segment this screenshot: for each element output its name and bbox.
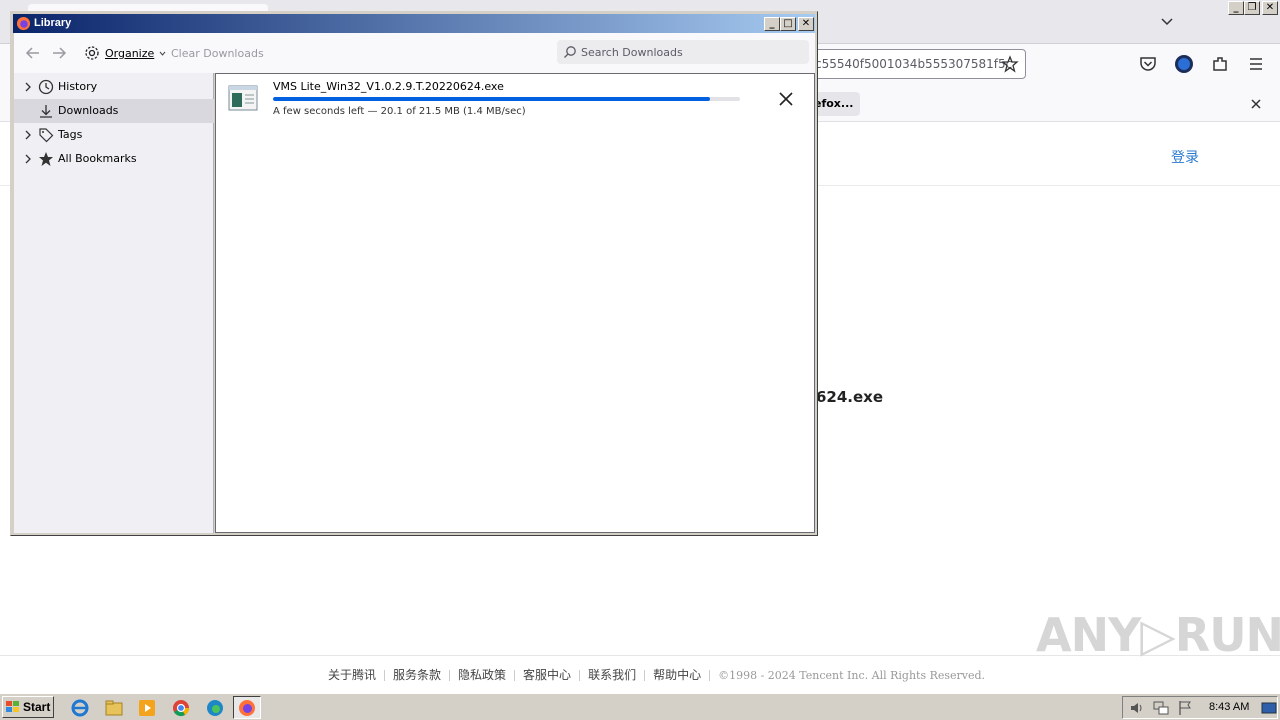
tag-icon (39, 128, 54, 143)
download-progress-fill (273, 97, 710, 101)
start-button[interactable]: Start (2, 696, 54, 718)
search-box[interactable] (557, 40, 809, 64)
library-window: Library _ □ ✕ Organize Clear Downloads H… (10, 11, 818, 536)
organize-label: Organize (105, 46, 155, 60)
close-icon[interactable] (1248, 96, 1264, 112)
star-icon[interactable] (1001, 55, 1019, 73)
star-icon (39, 152, 53, 166)
download-icon (40, 105, 52, 118)
show-desktop-icon[interactable] (1261, 700, 1277, 716)
volume-icon[interactable] (1129, 700, 1145, 716)
start-label: Start (23, 700, 51, 714)
forward-arrow-icon[interactable] (50, 44, 68, 62)
firefox-icon (16, 16, 31, 31)
firefox-taskbar-button[interactable] (233, 696, 261, 719)
copyright-text: ©1998 - 2024 Tencent Inc. All Rights Res… (718, 669, 986, 682)
library-titlebar[interactable]: Library _ □ ✕ (13, 14, 815, 33)
extensions-icon[interactable] (1210, 54, 1230, 74)
chevron-down-icon[interactable] (1158, 12, 1176, 30)
login-link[interactable]: 登录 (1171, 147, 1199, 167)
pocket-icon[interactable] (1138, 54, 1158, 74)
browser-restore-button[interactable]: ❐ (1244, 1, 1260, 15)
clear-downloads-button[interactable]: Clear Downloads (171, 47, 264, 60)
clock-time: 8:43 AM (1209, 701, 1250, 713)
system-tray: 8:43 AM (1122, 696, 1278, 719)
sidebar-item-label: Downloads (58, 104, 119, 117)
minimize-button[interactable]: _ (764, 17, 780, 31)
footer-link[interactable]: 帮助中心 (653, 666, 701, 683)
chevron-down-icon (159, 51, 166, 56)
footer-link[interactable]: 隐私政策 (458, 666, 506, 683)
account-icon[interactable] (1174, 54, 1194, 74)
menu-icon[interactable] (1246, 54, 1266, 74)
exe-file-icon (228, 85, 258, 111)
download-filename: VMS Lite_Win32_V1.0.2.9.T.20220624.exe (273, 80, 504, 93)
window-title: Library (34, 17, 72, 29)
sidebar-item-label: All Bookmarks (58, 152, 137, 165)
url-text: c55540f5001034b555307581f5c (815, 57, 1013, 71)
sidebar-item-label: Tags (58, 128, 83, 141)
chevron-right-icon[interactable] (23, 81, 33, 93)
windows-logo-icon (6, 701, 19, 712)
chevron-right-icon[interactable] (23, 153, 33, 165)
footer-link[interactable]: 服务条款 (393, 666, 441, 683)
flag-icon[interactable] (1177, 700, 1193, 716)
library-toolbar: Organize Clear Downloads (14, 33, 815, 73)
downloads-list: VMS Lite_Win32_V1.0.2.9.T.20220624.exe A… (215, 73, 815, 533)
back-arrow-icon[interactable] (24, 44, 42, 62)
page-filename: 624.exe (816, 388, 884, 406)
chrome-icon[interactable] (171, 698, 191, 718)
footer-link[interactable]: 关于腾讯 (328, 666, 376, 683)
organize-button[interactable]: Organize (84, 43, 166, 63)
edge-icon[interactable] (205, 698, 225, 718)
library-sidebar: History Downloads Tags All Bookmarks (14, 73, 214, 533)
file-explorer-icon[interactable] (104, 698, 124, 718)
footer-links: 关于腾讯 服务条款 隐私政策 客服中心 联系我们 帮助中心 ©1998 - 2024 Ten… (328, 666, 985, 683)
anyrun-watermark: ANY▷RUN (1036, 608, 1280, 662)
sidebar-item-tags[interactable]: Tags (14, 123, 214, 147)
chevron-right-icon[interactable] (23, 129, 33, 141)
sidebar-item-all-bookmarks[interactable]: All Bookmarks (14, 147, 214, 171)
close-button[interactable]: ✕ (798, 17, 814, 31)
download-progress-bar (273, 97, 740, 101)
footer-link[interactable]: 客服中心 (523, 666, 571, 683)
search-input[interactable] (581, 40, 803, 64)
search-icon (564, 46, 576, 58)
sidebar-item-label: History (58, 80, 98, 93)
browser-minimize-button[interactable]: _ (1228, 1, 1244, 15)
url-bar[interactable]: c55540f5001034b555307581f5c (800, 49, 1026, 79)
download-status: A few seconds left — 20.1 of 21.5 MB (1.… (273, 106, 526, 117)
internet-explorer-icon[interactable] (70, 698, 90, 718)
taskbar: Start 8:43 AM (0, 693, 1280, 720)
network-icon[interactable] (1153, 700, 1169, 716)
maximize-button[interactable]: □ (780, 17, 796, 31)
sidebar-item-downloads[interactable]: Downloads (14, 99, 214, 123)
browser-close-button[interactable]: ✕ (1262, 1, 1278, 15)
footer-link[interactable]: 联系我们 (588, 666, 636, 683)
gear-icon (85, 46, 99, 60)
sidebar-item-history[interactable]: History (14, 75, 214, 99)
firefox-icon (239, 700, 255, 716)
cancel-download-icon[interactable] (777, 90, 795, 108)
clock-icon (38, 79, 54, 95)
media-player-icon[interactable] (137, 698, 157, 718)
